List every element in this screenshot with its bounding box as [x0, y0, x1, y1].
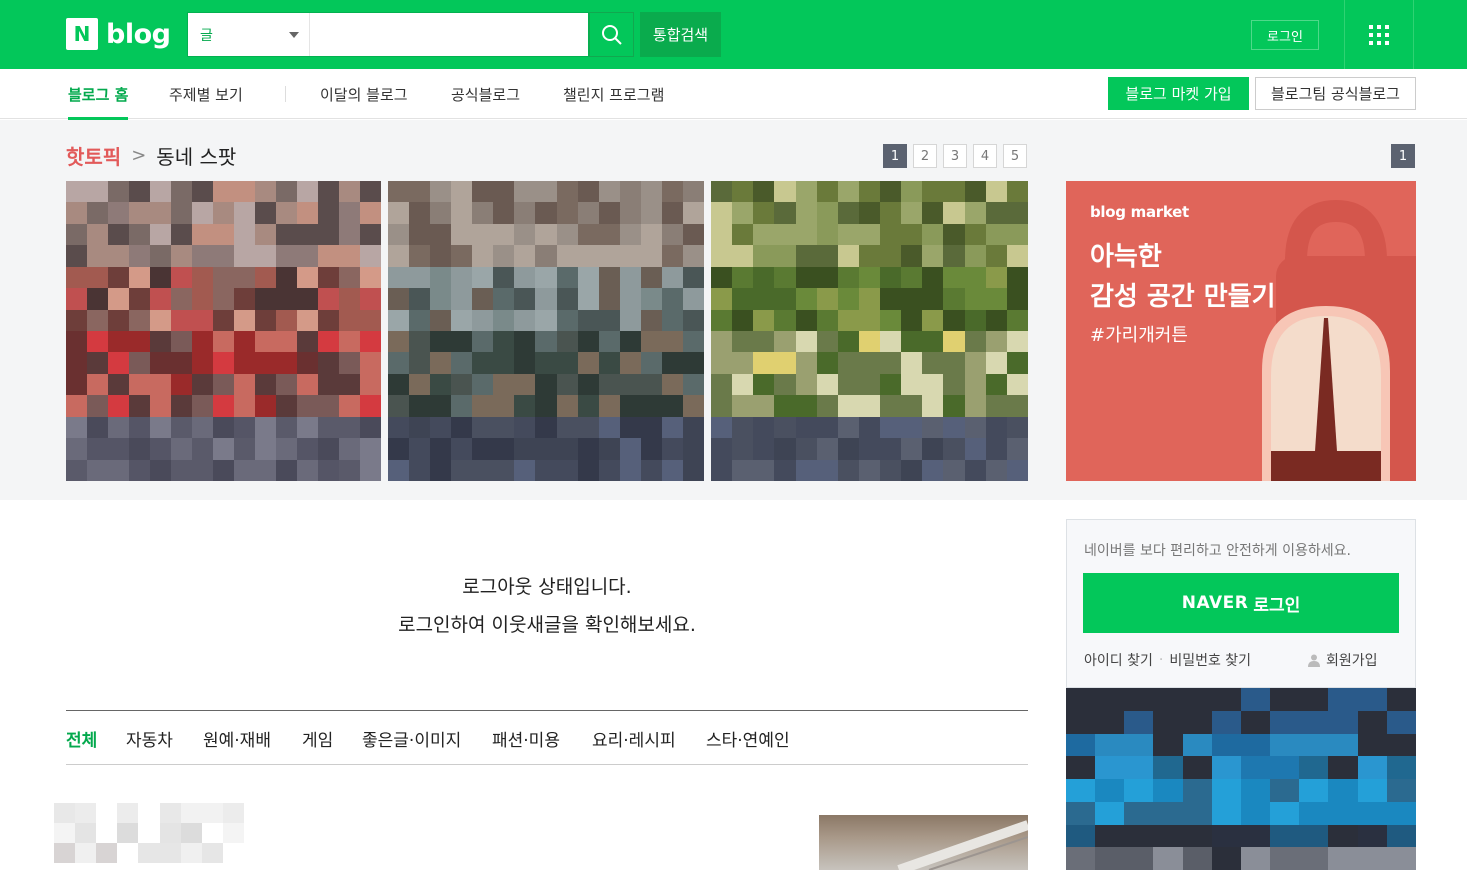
- integrated-search-button[interactable]: 통합검색: [640, 12, 721, 57]
- page-1[interactable]: 1: [883, 144, 907, 168]
- search-category-label: 글: [200, 27, 213, 44]
- hot-topic-subtitle[interactable]: 동네 스팟: [156, 141, 236, 170]
- ad-headline: 아늑한 감성 공간 만들기: [1090, 237, 1276, 317]
- chevron-right-icon: >: [131, 144, 147, 166]
- hot-topic-heading: 핫토픽 > 동네 스팟: [66, 141, 236, 169]
- page-2[interactable]: 2: [913, 144, 937, 168]
- grid-icon: [1369, 24, 1389, 45]
- login-panel: 네이버를 보다 편리하고 안전하게 이용하세요. NAVER 로그인 아이디 찾…: [1066, 519, 1416, 688]
- nav-divider: [285, 86, 286, 102]
- link-separator: ·: [1158, 652, 1164, 668]
- main-nav: 블로그 홈 주제별 보기 이달의 블로그 공식블로그 챌린지 프로그램 블로그 …: [0, 69, 1467, 120]
- page-5[interactable]: 5: [1003, 144, 1027, 168]
- category-tab-fashion-beauty[interactable]: 패션·미용: [492, 711, 560, 765]
- find-id-link[interactable]: 아이디 찾기: [1084, 650, 1153, 670]
- blog-team-official-button[interactable]: 블로그팀 공식블로그: [1255, 77, 1416, 110]
- find-password-link[interactable]: 비밀번호 찾기: [1169, 650, 1251, 670]
- category-tabs: 전체 자동차 원예·재배 게임 좋은글·이미지 패션·미용 요리·레시피 스타·…: [66, 710, 1028, 765]
- blog-home-page: N blog 글 통합검색 로그인 블로그 홈 주제별 보기 이달의 블로그 공…: [0, 0, 1467, 870]
- hot-topic-pager: 1 2 3 4 5: [877, 144, 1027, 168]
- thumbnail-2-image: [388, 181, 704, 481]
- search-category-select[interactable]: 글: [188, 13, 310, 56]
- post-thumbnail-image: [897, 820, 1028, 870]
- naver-wordmark: NAVER: [1181, 593, 1249, 613]
- login-message: 네이버를 보다 편리하고 안전하게 이용하세요.: [1084, 543, 1351, 559]
- search-icon: [601, 24, 622, 45]
- category-tab-all[interactable]: 전체: [66, 711, 97, 765]
- category-tab-cooking[interactable]: 요리·레시피: [592, 711, 676, 765]
- ad-hashtag: #가리개커튼: [1090, 325, 1188, 346]
- category-tab-celebrity[interactable]: 스타·연예인: [706, 711, 790, 765]
- naver-n-icon: N: [66, 18, 98, 50]
- header-login-button[interactable]: 로그인: [1251, 20, 1319, 50]
- search-input[interactable]: [310, 13, 588, 56]
- ad-headline-line1: 아늑한: [1090, 242, 1162, 272]
- signup-label: 회원가입: [1326, 653, 1378, 669]
- search-button[interactable]: [589, 12, 634, 57]
- thumbnail-3-image: [711, 181, 1028, 481]
- search-box: 글: [187, 12, 589, 57]
- nav-item-blog-home[interactable]: 블로그 홈: [68, 69, 129, 120]
- ad-headline-line2: 감성 공간 만들기: [1090, 282, 1276, 312]
- blurred-post-author[interactable]: [54, 803, 244, 863]
- logout-status-line1: 로그아웃 상태입니다.: [462, 576, 632, 598]
- nav-item-by-topic[interactable]: 주제별 보기: [169, 69, 243, 119]
- blog-market-ad-banner[interactable]: blog market 아늑한 감성 공간 만들기 #가리개커튼: [1066, 181, 1416, 481]
- hot-topic-label[interactable]: 핫토픽: [66, 141, 121, 170]
- find-account-links: 아이디 찾기 · 비밀번호 찾기: [1084, 650, 1251, 670]
- blurred-author-image: [54, 803, 244, 863]
- nav-item-blog-of-month[interactable]: 이달의 블로그: [320, 69, 408, 119]
- hot-topic-thumbnail-2[interactable]: [388, 181, 704, 481]
- nav-item-challenge[interactable]: 챌린지 프로그램: [563, 69, 664, 119]
- naver-blog-logo[interactable]: N blog: [66, 18, 171, 50]
- ad-brand: blog market: [1090, 203, 1189, 221]
- logout-status-line2: 로그인하여 이웃새글을 확인해보세요.: [398, 614, 696, 636]
- person-icon: [1308, 654, 1320, 667]
- thumbnail-1-image: [66, 181, 381, 481]
- top-header: N blog 글 통합검색 로그인: [0, 0, 1467, 69]
- nav-item-official-blog[interactable]: 공식블로그: [451, 69, 520, 119]
- caret-down-icon: [289, 32, 299, 38]
- page-4[interactable]: 4: [973, 144, 997, 168]
- category-tab-game[interactable]: 게임: [302, 711, 333, 765]
- side-ad-banner[interactable]: [1066, 688, 1416, 870]
- naver-login-label: 로그인: [1253, 595, 1301, 616]
- hot-topic-thumbnail-1[interactable]: [66, 181, 381, 481]
- blog-market-join-button[interactable]: 블로그 마켓 가입: [1108, 77, 1249, 110]
- category-tab-gardening[interactable]: 원예·재배: [203, 711, 271, 765]
- blog-logo-text: blog: [106, 18, 171, 50]
- apps-menu-button[interactable]: [1344, 0, 1414, 69]
- hot-topic-thumbnail-3[interactable]: [711, 181, 1028, 481]
- category-tab-quotes-images[interactable]: 좋은글·이미지: [362, 711, 461, 765]
- post-thumbnail[interactable]: [819, 815, 1028, 870]
- page-3[interactable]: 3: [943, 144, 967, 168]
- ad-page-indicator: 1: [1391, 144, 1415, 168]
- signup-link[interactable]: 회원가입: [1307, 650, 1378, 670]
- side-ad-image: [1066, 688, 1416, 870]
- category-tab-car[interactable]: 자동차: [126, 711, 173, 765]
- naver-login-button[interactable]: NAVER 로그인: [1083, 573, 1399, 633]
